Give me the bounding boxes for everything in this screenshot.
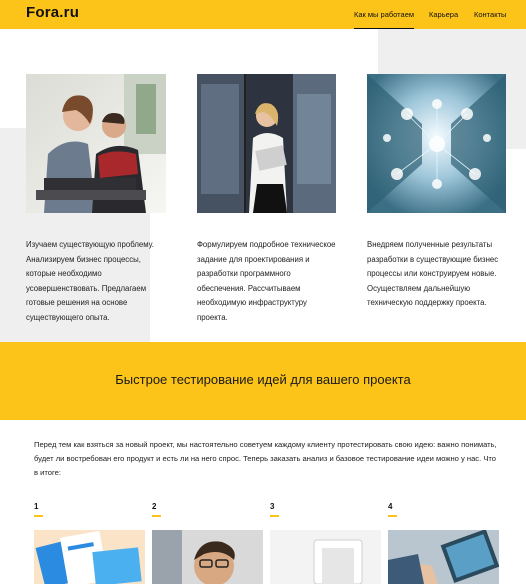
hands-with-tablet-photo bbox=[388, 530, 499, 584]
step-1: 1 bbox=[34, 502, 43, 517]
section-title: Быстрое тестирование идей для вашего про… bbox=[115, 372, 411, 387]
step-underline bbox=[152, 515, 161, 517]
step-number: 3 bbox=[270, 502, 275, 511]
team-at-laptop-photo bbox=[26, 74, 166, 213]
card-text-spec: Формулируем подробное техническое задани… bbox=[197, 240, 336, 322]
step-number: 1 bbox=[34, 502, 39, 511]
card-text-implement: Внедряем полученные результаты разработк… bbox=[367, 240, 499, 308]
device-mockup-photo bbox=[270, 530, 381, 584]
nav-item-how-we-work[interactable]: Как мы работаем bbox=[354, 10, 415, 29]
woman-office-corridor-photo bbox=[197, 74, 336, 213]
step-number: 4 bbox=[388, 502, 393, 511]
step-underline bbox=[388, 515, 397, 517]
card-text-study-problem: Изучаем существующую проблему. Анализиру… bbox=[26, 240, 154, 322]
nav-item-career[interactable]: Карьера bbox=[429, 10, 458, 19]
nav-item-contacts[interactable]: Контакты bbox=[474, 10, 506, 19]
step-underline bbox=[34, 515, 43, 517]
step-underline bbox=[270, 515, 279, 517]
step-3: 3 bbox=[270, 502, 279, 517]
intro-paragraph: Перед тем как взяться за новый проект, м… bbox=[34, 440, 497, 478]
step-2: 2 bbox=[152, 502, 161, 517]
step-number: 2 bbox=[152, 502, 157, 511]
site-logo[interactable]: Fora.ru bbox=[26, 4, 79, 21]
man-with-glasses-photo bbox=[152, 530, 263, 584]
step-4: 4 bbox=[388, 502, 397, 517]
server-room-network-photo bbox=[367, 74, 506, 213]
app-screens-photo bbox=[34, 530, 145, 584]
site-header: Fora.ru Как мы работаем Карьера Контакты bbox=[0, 0, 526, 29]
